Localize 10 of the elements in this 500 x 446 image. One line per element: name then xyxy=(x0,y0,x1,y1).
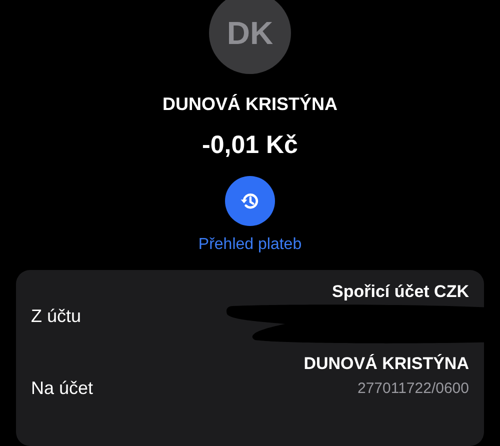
detail-label: Z účtu xyxy=(31,305,82,328)
payment-overview-link[interactable]: Přehled plateb xyxy=(198,236,302,254)
amount: -0,01 Kč xyxy=(202,131,298,160)
avatar: DK xyxy=(209,0,291,74)
detail-value: DUNOVÁ KRISTÝNA xyxy=(304,354,469,374)
history-button[interactable] xyxy=(225,176,275,226)
account-number: 277011722/0600 xyxy=(357,380,469,397)
detail-value: Spořicí účet CZK xyxy=(332,282,469,302)
detail-label: Na účet xyxy=(31,377,94,399)
recipient-name: DUNOVÁ KRISTÝNA xyxy=(162,94,338,115)
